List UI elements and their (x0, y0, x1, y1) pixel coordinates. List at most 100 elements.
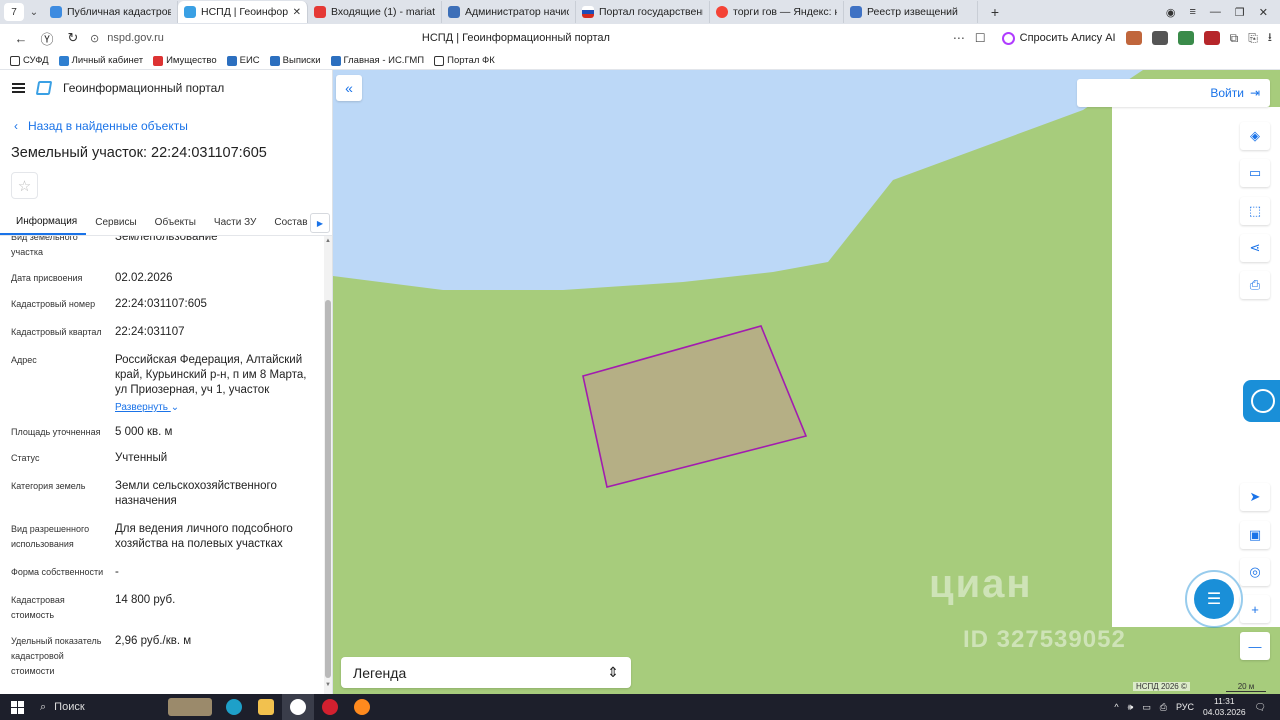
clock[interactable]: 11:31 04.03.2026 (1203, 696, 1246, 718)
bookmark-item[interactable]: Портал ФК (434, 55, 495, 66)
collections-icon[interactable]: ⎘ (1248, 31, 1258, 46)
elephants-widget-icon[interactable] (162, 694, 218, 720)
network-icon[interactable]: ▭ (1142, 702, 1151, 713)
scrollbar-thumb[interactable] (325, 300, 331, 678)
sort-arrows-icon: ⇕ (607, 664, 619, 680)
floating-chat-button[interactable]: ☰ (1185, 570, 1243, 628)
legend-dropdown[interactable]: Легенда ⇕ (341, 657, 631, 688)
yandex-browser-icon[interactable] (282, 694, 314, 720)
back-to-results-link[interactable]: ‹ Назад в найденные объекты (14, 119, 188, 133)
url-field[interactable]: ⊙ nspd.gov.ru НСПД | Геоинформационный п… (90, 27, 950, 49)
portal-logo-icon (35, 81, 53, 95)
measure-button[interactable]: ▭ (1240, 159, 1270, 187)
taskbar-search[interactable]: ⌕ Поиск (34, 694, 162, 720)
favorite-star-button[interactable]: ☆ (11, 172, 38, 199)
bookmark-item[interactable]: ЕИС (226, 55, 260, 66)
water-area (333, 70, 1143, 290)
tab-count-badge[interactable]: 7 (4, 3, 24, 21)
browser-tab[interactable]: торги гов — Яндекс: наш (710, 1, 844, 23)
printer-icon[interactable]: ⎙ (1160, 702, 1167, 713)
property-value: Землепользование (115, 236, 218, 243)
map-view[interactable]: « Войти ⇥ ◈ ▭ ⬚ ⋖ ⎙ ➤ ▣ ◎ + — ☰ циан ID … (333, 70, 1280, 694)
window-close-icon[interactable]: ✕ (1259, 6, 1268, 19)
notification-icon[interactable]: 🗨 (1255, 702, 1266, 713)
bookmark-item[interactable]: Выписки (269, 55, 321, 66)
hamburger-menu-icon[interactable] (12, 83, 25, 93)
browser-tab[interactable]: Реестр извещений (844, 1, 978, 23)
zoom-in-button[interactable]: + (1240, 595, 1270, 623)
tab-parts[interactable]: Части ЗУ (205, 210, 265, 235)
windows-taskbar: ⌕ Поиск ^ 🕪 ▭ ⎙ РУС 11:31 04.03.2026 🗨 (0, 694, 1280, 720)
property-label: Кадастровая стоимость (11, 595, 65, 620)
address-bar: ← Ⓨ ↻ ⊙ nspd.gov.ru НСПД | Геоинформацио… (0, 24, 1280, 52)
select-area-button[interactable]: ⬚ (1240, 197, 1270, 225)
locate-button[interactable]: ➤ (1240, 483, 1270, 511)
restore-icon[interactable]: ❐ (1235, 6, 1245, 19)
print-button[interactable]: ⎙ (1240, 271, 1270, 299)
opera-icon[interactable] (314, 694, 346, 720)
reload-icon[interactable]: ↻ (60, 30, 86, 46)
file-explorer-icon[interactable] (250, 694, 282, 720)
extension-icon[interactable] (1177, 31, 1194, 45)
extension-icon[interactable] (1125, 31, 1142, 45)
close-icon[interactable]: ✕ (293, 7, 301, 18)
yandex-icon (716, 6, 728, 18)
bookmark-item[interactable]: СУФД (10, 55, 49, 66)
expand-address-link[interactable]: Развернуть ⌄ (115, 400, 315, 415)
browser-tab-active[interactable]: НСПД | Геоинформацио ✕ (178, 1, 308, 23)
tab-objects[interactable]: Объекты (146, 210, 205, 235)
ask-alice-button[interactable]: Спросить Алису AI (1001, 31, 1116, 45)
legend-label: Легенда (353, 664, 407, 681)
share-button[interactable]: ⋖ (1240, 234, 1270, 262)
property-value: Земли сельскохозяйственного назначения (115, 480, 277, 507)
puzzle-icon[interactable]: ⧉ (1230, 31, 1239, 46)
scroll-up-icon[interactable]: ▲ (325, 238, 331, 244)
back-arrow-icon[interactable]: ← (8, 31, 34, 46)
tab-composition[interactable]: Состав (265, 210, 316, 235)
tab-favicon-icon (184, 6, 196, 18)
land-parcel-polygon[interactable] (582, 325, 808, 488)
start-button[interactable] (0, 694, 34, 720)
extension-icon[interactable] (1203, 31, 1220, 45)
firefox-icon[interactable] (346, 694, 378, 720)
login-button[interactable]: Войти ⇥ (1077, 79, 1270, 107)
tabs-scroll-right-button[interactable]: ▶ (310, 213, 330, 233)
properties-scrollbar[interactable]: ▲ ▼ (324, 236, 332, 694)
extension-icon[interactable] (1151, 31, 1168, 45)
tab-services[interactable]: Сервисы (86, 210, 145, 235)
chevron-down-icon[interactable]: ⌄ (24, 7, 44, 18)
minimap-button[interactable]: ▣ (1240, 521, 1270, 549)
system-tray: ^ 🕪 ▭ ⎙ РУС 11:31 04.03.2026 🗨 (1114, 696, 1280, 718)
new-tab-plus-icon[interactable]: + (984, 4, 1006, 20)
scroll-down-icon[interactable]: ▼ (325, 682, 331, 688)
tab-information[interactable]: Информация (0, 210, 87, 235)
property-value: 22:24:031107:605 (115, 298, 207, 310)
bookmark-item[interactable]: Главная - ИС.ГМП (330, 55, 424, 66)
watermark-brand: циан (929, 562, 1033, 606)
layers-button[interactable]: ◈ (1240, 122, 1270, 150)
bookmark-item[interactable]: Имущество (153, 55, 217, 66)
download-icon[interactable]: ⭳ (1268, 28, 1272, 49)
chevron-up-icon[interactable]: ^ (1114, 702, 1118, 712)
bookmark-item[interactable]: Личный кабинет (58, 55, 144, 66)
property-value: 2,96 руб./кв. м (115, 635, 192, 647)
yandex-home-icon[interactable]: Ⓨ (34, 29, 60, 48)
browser-tab[interactable]: Публичная кадастровая (44, 1, 178, 23)
minimize-icon[interactable]: — (1210, 6, 1221, 19)
volume-icon[interactable]: 🕪 (1128, 702, 1134, 713)
edge-icon[interactable] (218, 694, 250, 720)
bookmark-icon[interactable]: ☐ (975, 31, 986, 45)
browser-tab[interactable]: Администратор начисле (442, 1, 576, 23)
collapse-panel-button[interactable]: « (336, 75, 362, 101)
language-indicator[interactable]: РУС (1176, 702, 1194, 712)
zoom-out-button[interactable]: — (1240, 632, 1270, 660)
browser-tab[interactable]: Портал государственных (576, 1, 710, 23)
profile-icon[interactable]: ◉ (1166, 6, 1176, 19)
site-info-icon[interactable]: ⊙ (90, 32, 99, 45)
browser-tab[interactable]: Входящие (1) - mariatorsi (308, 1, 442, 23)
more-icon[interactable]: ⋯ (953, 31, 965, 45)
support-chat-tab[interactable] (1243, 380, 1280, 422)
bookmark-label: Личный кабинет (71, 55, 144, 66)
geolocation-button[interactable]: ◎ (1240, 558, 1270, 586)
menu-icon[interactable]: ≡ (1189, 6, 1195, 19)
